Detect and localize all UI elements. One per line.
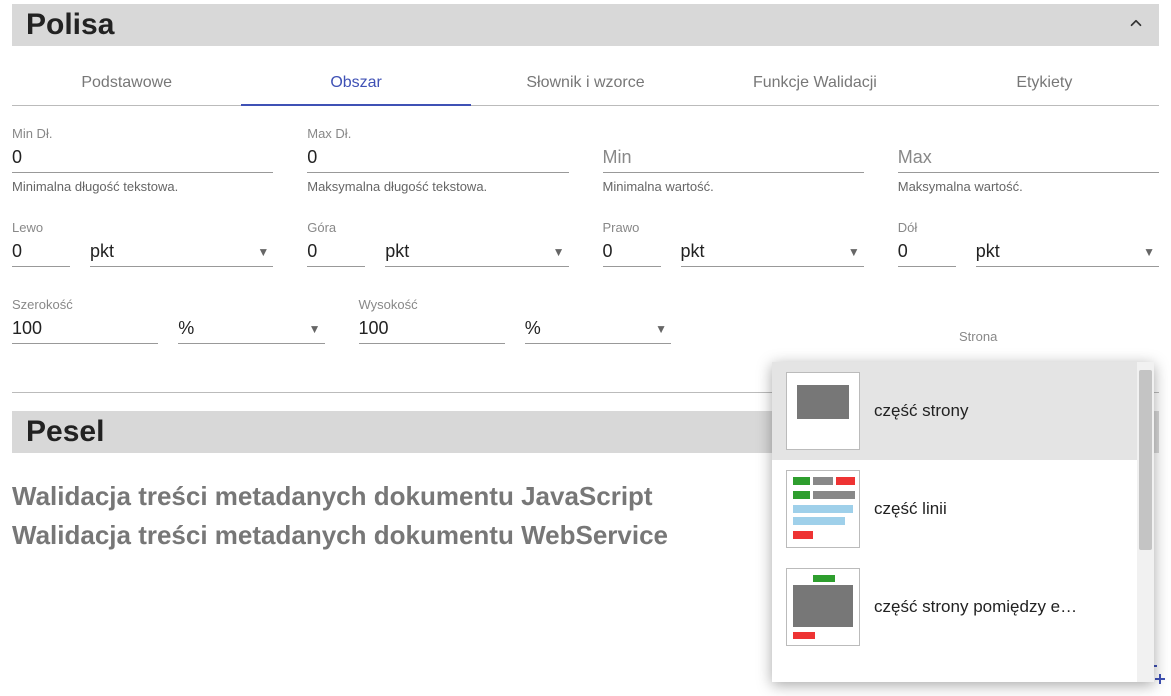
input-gora[interactable]: [307, 235, 365, 267]
label-szerokosc: Szerokość: [12, 297, 325, 312]
help-min: Minimalna wartość.: [603, 179, 864, 194]
tab-funkcje[interactable]: Funkcje Walidacji: [700, 64, 929, 105]
page-area-icon: [786, 372, 860, 450]
chevron-down-icon: ▼: [257, 245, 269, 259]
dropdown-scrollbar[interactable]: [1137, 362, 1154, 682]
field-gora: Góra pkt ▼: [307, 220, 568, 267]
tab-slownik[interactable]: Słownik i wzorce: [471, 64, 700, 105]
field-lewo: Lewo pkt ▼: [12, 220, 273, 267]
input-max[interactable]: [898, 141, 1159, 173]
dropdown-strona-type: część strony część linii część strony po…: [772, 362, 1154, 682]
label-wysokosc: Wysokość: [359, 297, 672, 312]
chevron-down-icon: ▼: [309, 322, 321, 336]
select-dol-unit[interactable]: pkt ▼: [976, 235, 1159, 267]
field-min: Minimalna wartość.: [603, 126, 864, 194]
help-min-dl: Minimalna długość tekstowa.: [12, 179, 273, 194]
tabs-bar: Podstawowe Obszar Słownik i wzorce Funkc…: [12, 64, 1159, 106]
label-max-dl: Max Dł.: [307, 126, 568, 141]
select-gora-unit[interactable]: pkt ▼: [385, 235, 568, 267]
input-dol[interactable]: [898, 235, 956, 267]
input-szerokosc[interactable]: [12, 312, 158, 344]
dropdown-item-label: część linii: [874, 499, 1123, 519]
field-wysokosc: Wysokość % ▼: [359, 297, 672, 344]
section-header-polisa[interactable]: Polisa: [12, 4, 1159, 46]
label-gora: Góra: [307, 220, 568, 235]
help-max-dl: Maksymalna długość tekstowa.: [307, 179, 568, 194]
field-szerokosc: Szerokość % ▼: [12, 297, 325, 344]
label-lewo: Lewo: [12, 220, 273, 235]
help-max: Maksymalna wartość.: [898, 179, 1159, 194]
field-prawo: Prawo pkt ▼: [603, 220, 864, 267]
select-lewo-unit[interactable]: pkt ▼: [90, 235, 273, 267]
select-szerokosc-unit[interactable]: % ▼: [178, 312, 324, 344]
input-wysokosc[interactable]: [359, 312, 505, 344]
input-lewo[interactable]: [12, 235, 70, 267]
label-strona: Strona: [959, 329, 1159, 344]
dropdown-item-czesc-strony-pomiedzy[interactable]: część strony pomiędzy e…: [772, 558, 1137, 656]
scrollbar-thumb[interactable]: [1139, 370, 1152, 550]
dropdown-item-czesc-linii[interactable]: część linii: [772, 460, 1137, 558]
input-min-dl[interactable]: [12, 141, 273, 173]
chevron-up-icon[interactable]: [1127, 14, 1145, 37]
dropdown-item-label: część strony pomiędzy e…: [874, 597, 1123, 617]
input-prawo[interactable]: [603, 235, 661, 267]
between-elements-icon: [786, 568, 860, 646]
tab-podstawowe[interactable]: Podstawowe: [12, 64, 241, 105]
label-min-dl: Min Dł.: [12, 126, 273, 141]
tab-obszar[interactable]: Obszar: [241, 64, 470, 106]
field-min-dl: Min Dł. Minimalna długość tekstowa.: [12, 126, 273, 194]
chevron-down-icon: ▼: [848, 245, 860, 259]
select-prawo-unit[interactable]: pkt ▼: [681, 235, 864, 267]
chevron-down-icon: ▼: [655, 322, 667, 336]
select-wysokosc-unit[interactable]: % ▼: [525, 312, 671, 344]
dropdown-item-czesc-strony[interactable]: część strony: [772, 362, 1137, 460]
chevron-down-icon: ▼: [1143, 245, 1155, 259]
dropdown-item-label: część strony: [874, 401, 1123, 421]
label-prawo: Prawo: [603, 220, 864, 235]
field-max-dl: Max Dł. Maksymalna długość tekstowa.: [307, 126, 568, 194]
field-max: Maksymalna wartość.: [898, 126, 1159, 194]
input-max-dl[interactable]: [307, 141, 568, 173]
tab-etykiety[interactable]: Etykiety: [930, 64, 1159, 105]
input-min[interactable]: [603, 141, 864, 173]
line-area-icon: [786, 470, 860, 548]
section-title: Polisa: [26, 8, 1127, 42]
label-dol: Dół: [898, 220, 1159, 235]
field-dol: Dół pkt ▼: [898, 220, 1159, 267]
chevron-down-icon: ▼: [553, 245, 565, 259]
